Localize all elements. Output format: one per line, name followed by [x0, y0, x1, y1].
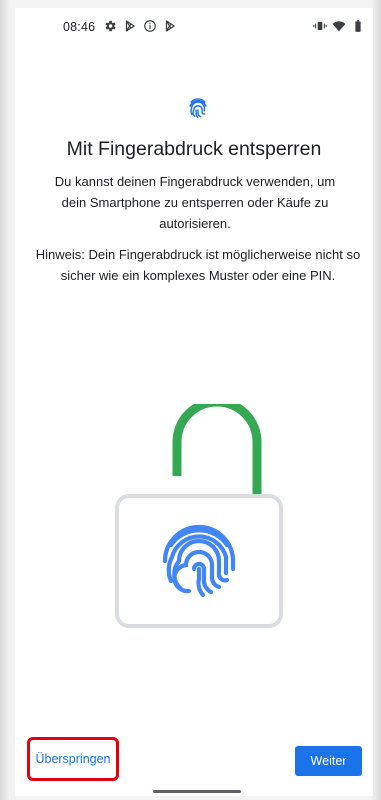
fingerprint-icon	[189, 98, 207, 118]
status-time: 08:46	[63, 20, 96, 34]
battery-icon	[355, 20, 361, 32]
open-padlock-icon	[172, 404, 262, 494]
device-frame: 08:46 Mit Fingerabdruck entsperren Du ka…	[0, 0, 381, 800]
skip-highlight: Überspringen	[27, 737, 119, 781]
play-store-icon	[125, 20, 135, 32]
next-button[interactable]: Weiter	[295, 746, 362, 776]
system-icons	[313, 19, 365, 33]
description-text: Du kannst deinen Fingerabdruck verwenden…	[54, 174, 336, 231]
lock-body	[115, 494, 283, 628]
info-icon	[144, 20, 156, 32]
wifi-icon	[332, 21, 346, 32]
skip-button[interactable]: Überspringen	[30, 740, 116, 778]
security-note-text: Hinweis: Dein Fingerabdruck ist mögliche…	[35, 247, 361, 283]
play-store-icon	[165, 20, 175, 32]
vibrate-icon	[313, 21, 327, 31]
page-title: Mit Fingerabdruck entsperren	[66, 138, 322, 160]
settings-icon	[105, 20, 116, 32]
gesture-nav-handle[interactable]	[153, 790, 241, 793]
setup-screen: 08:46 Mit Fingerabdruck entsperren Du ka…	[15, 8, 373, 796]
unlock-illustration	[115, 404, 283, 628]
notification-icons	[103, 19, 177, 33]
status-bar: 08:46	[15, 8, 373, 48]
